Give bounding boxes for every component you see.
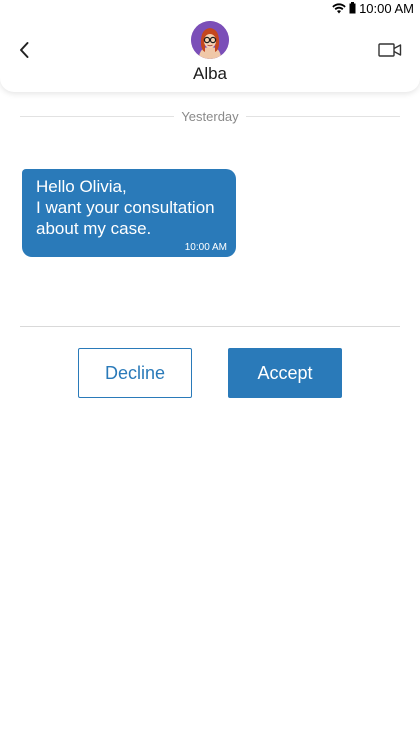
accept-button[interactable]: Accept [228,348,342,398]
status-bar: 10:00 AM [0,0,420,16]
chat-screen: 10:00 AM Alba Yesterday Hello Olivia, I … [0,0,420,747]
message-time: 10:00 AM [184,242,227,253]
video-call-button[interactable] [378,42,402,60]
actions-separator [20,326,400,327]
status-time: 10:00 AM [359,0,414,16]
chat-header: 10:00 AM Alba [0,0,420,92]
date-divider: Yesterday [20,107,400,125]
avatar-image [191,21,229,59]
divider-line-right [245,115,400,117]
date-label: Yesterday [181,108,239,124]
avatar[interactable] [191,21,229,59]
wifi-icon [332,2,346,14]
decline-button[interactable]: Decline [78,348,192,398]
video-camera-icon [378,43,402,57]
message-bubble[interactable]: Hello Olivia, I want your consultation a… [22,169,236,257]
message-text: Hello Olivia, I want your consultation a… [36,177,215,238]
battery-icon [349,2,356,14]
divider-line-left [20,115,175,117]
chevron-left-icon [20,42,29,58]
back-button[interactable] [14,38,34,62]
contact-name: Alba [192,64,228,83]
